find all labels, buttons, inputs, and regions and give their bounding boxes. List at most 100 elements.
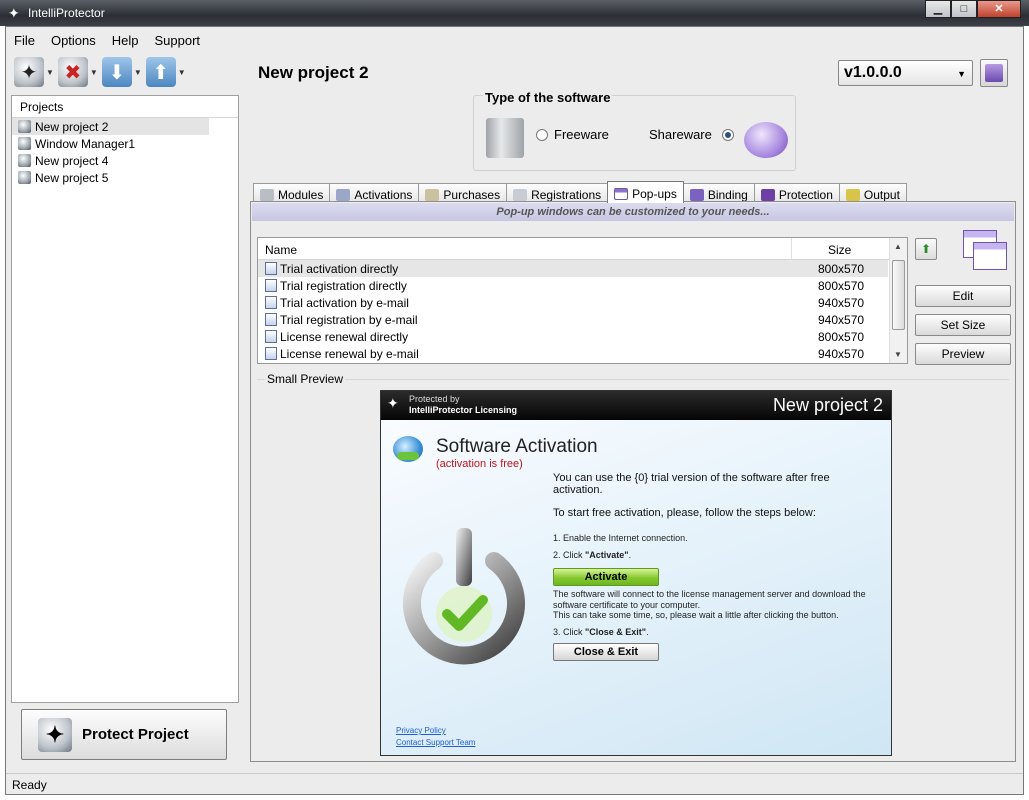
version-manager-button[interactable] xyxy=(980,59,1008,87)
project-label: New project 4 xyxy=(35,153,109,168)
tab-activations[interactable]: Activations xyxy=(329,183,420,203)
window-title: IntelliProtector xyxy=(28,6,105,20)
preview-step-3: 3. Click "Close & Exit". xyxy=(553,627,649,637)
privacy-policy-link[interactable]: Privacy Policy xyxy=(396,726,446,735)
protect-project-button[interactable]: ✦ Protect Project xyxy=(21,709,227,760)
project-icon xyxy=(18,154,31,167)
remove-project-tool[interactable]: ✖ ▼ xyxy=(57,57,98,87)
tab-binding[interactable]: Binding xyxy=(682,183,755,203)
item-size: 800x570 xyxy=(818,278,865,293)
freeware-label[interactable]: Freeware xyxy=(554,127,609,142)
preview-info-2: This can take some time, so, please wait… xyxy=(553,610,839,620)
shareware-radio[interactable] xyxy=(722,129,734,141)
list-header: Name Size xyxy=(258,238,907,260)
preview-step-2: 2. Click "Activate". xyxy=(553,550,632,560)
popup-windows-icon xyxy=(963,230,1007,270)
project-item[interactable]: New project 4 xyxy=(12,152,238,169)
project-item[interactable]: Window Manager1 xyxy=(12,135,238,152)
title-bar: ✦ IntelliProtector ▁ □ ✕ xyxy=(0,0,1029,26)
freeware-radio[interactable] xyxy=(536,129,548,141)
key-icon xyxy=(513,188,528,201)
tab-registrations[interactable]: Registrations xyxy=(506,183,609,203)
menu-help[interactable]: Help xyxy=(104,29,147,51)
scroll-thumb[interactable] xyxy=(892,260,905,330)
item-name: License renewal directly xyxy=(280,329,409,344)
tab-label: Binding xyxy=(707,187,748,202)
projects-header: Projects xyxy=(12,96,238,118)
export-tool[interactable]: ⬆ ▼ xyxy=(145,57,186,87)
activations-icon xyxy=(336,188,351,201)
menu-support[interactable]: Support xyxy=(147,29,209,51)
menu-file[interactable]: File xyxy=(6,29,43,51)
preview-activate-button[interactable]: Activate xyxy=(553,568,659,586)
dropdown-arrow-icon[interactable]: ▼ xyxy=(90,68,98,77)
scroll-down-icon[interactable]: ▼ xyxy=(894,350,902,359)
preview-text-2: To start free activation, please, follow… xyxy=(553,507,816,519)
dropdown-arrow-icon[interactable]: ▼ xyxy=(134,68,142,77)
software-type-legend: Type of the software xyxy=(483,90,613,105)
list-scrollbar[interactable]: ▲ ▼ xyxy=(889,238,907,363)
close-button[interactable]: ✕ xyxy=(977,0,1021,18)
new-project-tool[interactable]: ✦ ▼ xyxy=(14,57,54,87)
popup-doc-icon xyxy=(265,296,277,309)
menu-bar: File Options Help Support xyxy=(6,29,208,51)
tab-label: Modules xyxy=(278,187,324,202)
minimize-button[interactable]: ▁ xyxy=(925,0,951,18)
preview-subtitle: (activation is free) xyxy=(436,458,523,470)
tab-purchases[interactable]: Purchases xyxy=(418,183,508,203)
box-out-icon: ⬆ xyxy=(145,57,176,87)
tab-label: Pop-ups xyxy=(632,186,677,201)
contact-support-link[interactable]: Contact Support Team xyxy=(396,738,475,747)
list-item[interactable]: Trial activation by e-mail 940x570 xyxy=(258,294,888,311)
item-name: Trial activation directly xyxy=(280,261,399,276)
column-name[interactable]: Name xyxy=(258,238,792,259)
preview-title: Software Activation xyxy=(436,436,598,457)
item-size: 940x570 xyxy=(818,346,865,361)
tab-popups[interactable]: Pop-ups xyxy=(607,181,684,203)
project-item[interactable]: New project 5 xyxy=(12,169,238,186)
preview-button[interactable]: Preview xyxy=(915,343,1011,365)
tab-protection[interactable]: Protection xyxy=(753,183,840,203)
tab-output[interactable]: Output xyxy=(838,183,907,203)
tab-label: Purchases xyxy=(443,187,501,202)
list-item[interactable]: Trial registration by e-mail 940x570 xyxy=(258,311,888,328)
list-item[interactable]: License renewal directly 800x570 xyxy=(258,328,888,345)
dropdown-arrow-icon[interactable]: ▼ xyxy=(46,68,54,77)
column-size[interactable]: Size xyxy=(792,238,888,259)
window-controls: ▁ □ ✕ xyxy=(925,0,1021,18)
import-popup-button[interactable]: ⬆ xyxy=(915,238,937,260)
item-size: 800x570 xyxy=(818,261,865,276)
version-value: v1.0.0.0 xyxy=(844,64,902,81)
maximize-button[interactable]: □ xyxy=(951,0,977,18)
tab-label: Activations xyxy=(354,187,413,202)
menu-options[interactable]: Options xyxy=(43,29,104,51)
box-in-icon: ⬇ xyxy=(101,57,132,87)
popup-doc-icon xyxy=(265,347,277,360)
edit-button[interactable]: Edit xyxy=(915,285,1011,307)
project-item[interactable]: New project 2 xyxy=(12,118,209,135)
project-icon xyxy=(18,171,31,184)
upload-arrow-icon: ⬆ xyxy=(920,242,932,256)
project-title: New project 2 xyxy=(258,63,369,82)
preview-step-1: 1. Enable the Internet connection. xyxy=(553,533,688,543)
preview-header: ✦ Protected by IntelliProtector Licensin… xyxy=(381,391,891,420)
item-name: License renewal by e-mail xyxy=(280,346,419,361)
shareware-label[interactable]: Shareware xyxy=(649,127,712,142)
set-size-button[interactable]: Set Size xyxy=(915,314,1011,336)
shield-lock-icon: ✦ xyxy=(38,717,72,752)
popups-list: Name Size Trial activation directly 800x… xyxy=(257,237,908,364)
tab-modules[interactable]: Modules xyxy=(253,183,331,203)
tab-label: Registrations xyxy=(531,187,602,202)
version-select[interactable]: v1.0.0.0 ▼ xyxy=(838,60,973,86)
list-item[interactable]: License renewal by e-mail 940x570 xyxy=(258,345,888,362)
preview-project-name: New project 2 xyxy=(772,395,883,415)
project-label: Window Manager1 xyxy=(35,136,136,151)
dropdown-arrow-icon[interactable]: ▼ xyxy=(178,68,186,77)
output-icon xyxy=(845,188,860,201)
scroll-up-icon[interactable]: ▲ xyxy=(894,242,902,251)
software-type-group: Type of the software Freeware Shareware xyxy=(473,90,796,171)
import-tool[interactable]: ⬇ ▼ xyxy=(101,57,142,87)
list-item[interactable]: Trial activation directly 800x570 xyxy=(258,260,888,277)
preview-close-exit-button[interactable]: Close & Exit xyxy=(553,643,659,661)
list-item[interactable]: Trial registration directly 800x570 xyxy=(258,277,888,294)
